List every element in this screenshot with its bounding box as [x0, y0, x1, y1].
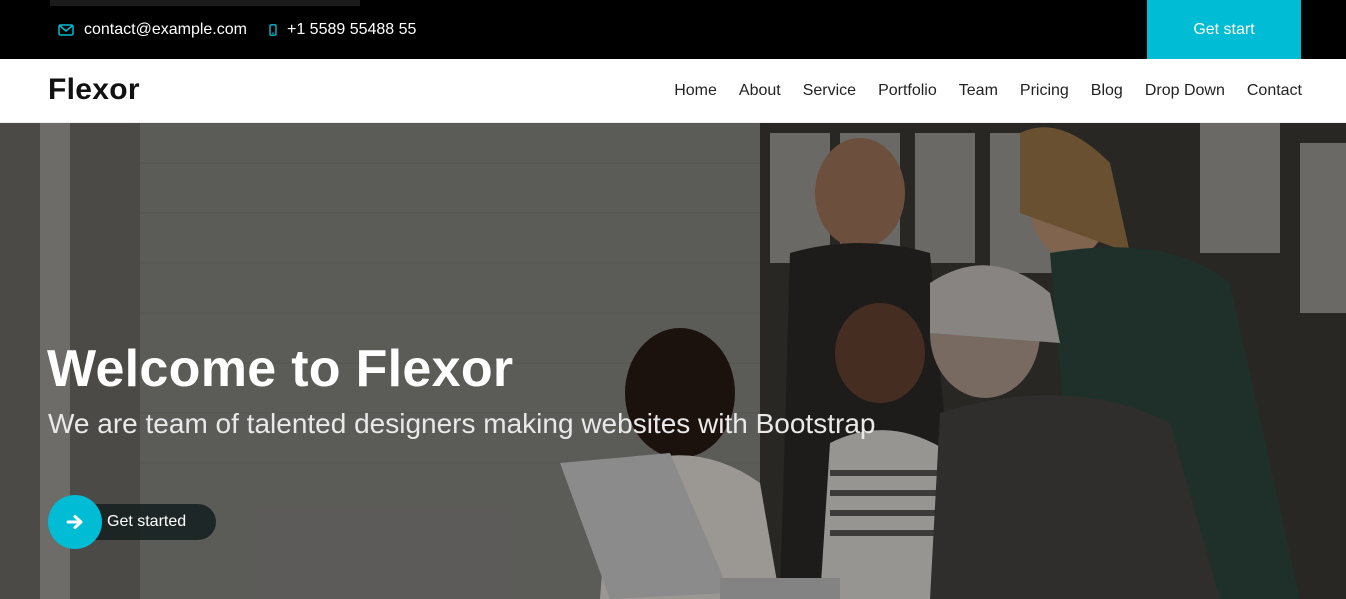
- nav-item-pricing[interactable]: Pricing: [1020, 82, 1069, 100]
- nav-item-drop-down[interactable]: Drop Down: [1145, 82, 1225, 100]
- cta-circle: [48, 495, 102, 549]
- nav-item-contact[interactable]: Contact: [1247, 82, 1302, 100]
- nav-item-service[interactable]: Service: [803, 82, 856, 100]
- nav-item-portfolio[interactable]: Portfolio: [878, 82, 937, 100]
- phone-contact[interactable]: +1 5589 55488 55: [261, 21, 416, 39]
- hero-title: Welcome to Flexor: [47, 340, 514, 398]
- arrow-right-icon: [66, 515, 83, 529]
- main-nav: Home About Service Portfolio Team Pricin…: [652, 59, 1302, 123]
- envelope-icon: [58, 23, 74, 36]
- nav-item-about[interactable]: About: [739, 82, 781, 100]
- contact-info: contact@example.com +1 5589 55488 55: [50, 0, 430, 59]
- nav-item-team[interactable]: Team: [959, 82, 998, 100]
- hero-section: Welcome to Flexor We are team of talente…: [0, 123, 1346, 599]
- nav-item-blog[interactable]: Blog: [1091, 82, 1123, 100]
- get-started-label: Get started: [107, 513, 187, 530]
- phone-text: +1 5589 55488 55: [286, 20, 417, 38]
- site-logo[interactable]: Flexor: [48, 73, 140, 107]
- email-text: contact@example.com: [84, 20, 247, 38]
- get-started-button[interactable]: Get started: [48, 495, 216, 549]
- get-start-button[interactable]: Get start: [1147, 0, 1301, 59]
- topbar: contact@example.com +1 5589 55488 55 Get…: [0, 0, 1346, 59]
- hero-subtitle: We are team of talented designers making…: [48, 408, 876, 439]
- site-header: Flexor Home About Service Portfolio Team…: [0, 59, 1346, 123]
- email-contact[interactable]: contact@example.com: [50, 21, 247, 39]
- phone-icon: [269, 23, 277, 36]
- nav-item-home[interactable]: Home: [674, 82, 717, 100]
